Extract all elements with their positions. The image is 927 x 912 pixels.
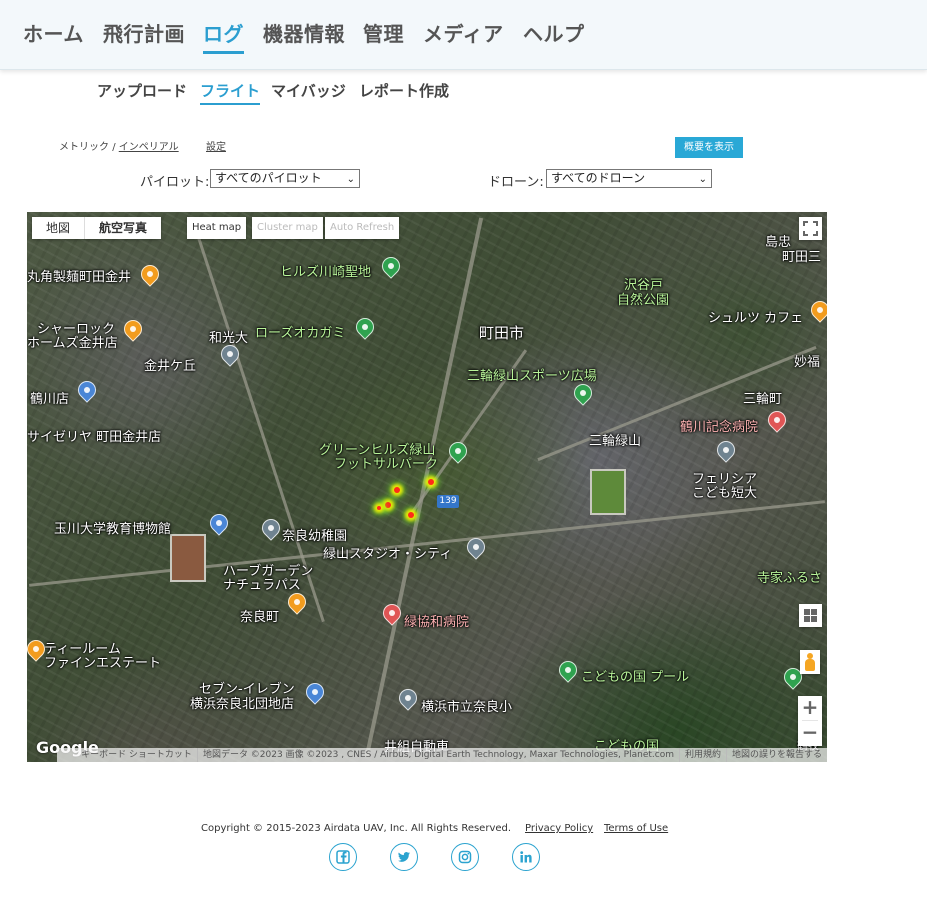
map-type-satellite[interactable]: 航空写真 bbox=[84, 217, 161, 239]
place-label: 町田三 bbox=[782, 250, 822, 265]
instagram-icon[interactable] bbox=[451, 843, 479, 871]
drone-filter-label: ドローン: bbox=[488, 175, 544, 190]
pegman-icon[interactable] bbox=[800, 650, 820, 674]
place-label: ヒルズ川崎聖地 bbox=[280, 265, 372, 280]
nav-admin[interactable]: 管理 bbox=[363, 18, 404, 47]
nav-logs[interactable]: ログ bbox=[203, 18, 244, 54]
place-label: 鶴川店 bbox=[30, 392, 70, 407]
privacy-policy-link[interactable]: Privacy Policy bbox=[525, 823, 593, 834]
nav-help[interactable]: ヘルプ bbox=[523, 18, 585, 47]
place-label: 丸角製麺町田金井 bbox=[27, 270, 132, 285]
place-label: 鶴川記念病院 bbox=[680, 420, 759, 435]
linkedin-icon[interactable] bbox=[512, 843, 540, 871]
place-label: 寺家ふるさ bbox=[757, 571, 823, 586]
chevron-down-icon: ⌄ bbox=[346, 174, 355, 185]
auto-refresh-button[interactable]: Auto Refresh bbox=[325, 217, 400, 239]
place-label: こども短大 bbox=[692, 486, 758, 501]
drone-select-value: すべてのドローン bbox=[551, 171, 646, 185]
place-label: 町田市 bbox=[479, 324, 525, 342]
sports-field bbox=[590, 469, 626, 515]
pilot-select[interactable]: すべてのパイロット ⌄ bbox=[210, 169, 360, 188]
terms-of-use-link[interactable]: Terms of Use bbox=[604, 823, 668, 834]
place-label: 金井ケ丘 bbox=[144, 359, 197, 374]
subnav-report[interactable]: レポート作成 bbox=[359, 80, 449, 101]
unit-switcher: メトリック / インペリアル bbox=[59, 138, 179, 153]
chevron-down-icon: ⌄ bbox=[698, 174, 707, 185]
map-data-credit: 地図データ ©2023 画像 ©2023 , CNES / Airbus, Di… bbox=[196, 748, 679, 762]
heat-map-button[interactable]: Heat map bbox=[187, 217, 247, 239]
zoom-control: + − bbox=[798, 696, 822, 746]
map-terms-link[interactable]: 利用規約 bbox=[678, 748, 726, 762]
place-label: サイゼリヤ 町田金井店 bbox=[27, 430, 162, 445]
place-label: 和光大 bbox=[209, 331, 249, 346]
report-map-error-link[interactable]: 地図の誤りを報告する bbox=[725, 748, 827, 762]
route-shield: 139 bbox=[437, 495, 459, 508]
unit-separator: / bbox=[112, 142, 116, 153]
place-label: シュルツ カフェ bbox=[708, 311, 804, 326]
grid-icon[interactable] bbox=[799, 604, 822, 627]
heatmap-point bbox=[385, 502, 391, 508]
running-track bbox=[170, 534, 206, 582]
place-label: 横浜奈良北団地店 bbox=[190, 697, 295, 712]
place-label: こどもの国 プール bbox=[581, 670, 690, 685]
twitter-icon[interactable] bbox=[390, 843, 418, 871]
place-label: 妙福 bbox=[794, 355, 821, 370]
drone-select[interactable]: すべてのドローン ⌄ bbox=[546, 169, 712, 188]
subnav-my-badges[interactable]: マイバッジ bbox=[271, 80, 346, 101]
place-label: 緑山スタジオ・シティ bbox=[323, 547, 453, 562]
pilot-select-value: すべてのパイロット bbox=[215, 171, 322, 185]
cluster-map-button[interactable]: Cluster map bbox=[252, 217, 323, 239]
place-label: 奈良幼稚園 bbox=[282, 529, 348, 544]
place-label: 三輪町 bbox=[743, 392, 783, 407]
place-label: 三輪緑山スポーツ広場 bbox=[467, 369, 597, 384]
pegman-body bbox=[805, 659, 815, 671]
metric-option[interactable]: メトリック bbox=[59, 142, 109, 153]
place-label: ホームズ金井店 bbox=[27, 336, 118, 351]
heatmap-point bbox=[394, 487, 400, 493]
place-label: フットサルパーク bbox=[334, 457, 439, 472]
place-label: 玉川大学教育博物館 bbox=[54, 522, 172, 537]
place-label: ファインエステート bbox=[44, 656, 162, 671]
map-type-roadmap[interactable]: 地図 bbox=[32, 217, 84, 239]
place-label: 自然公園 bbox=[617, 293, 670, 308]
subnav-flights[interactable]: フライト bbox=[200, 80, 261, 105]
place-label: ローズオカガミ bbox=[255, 326, 346, 341]
flight-map[interactable]: 地図 航空写真 Heat map Cluster map Auto Refres… bbox=[27, 212, 827, 762]
place-label: 横浜市立奈良小 bbox=[421, 700, 513, 715]
facebook-icon[interactable] bbox=[329, 843, 357, 871]
heatmap-point bbox=[377, 506, 381, 510]
keyboard-shortcuts-link[interactable]: キーボード ショートカット bbox=[76, 748, 197, 762]
place-label: 奈良町 bbox=[240, 610, 280, 625]
place-label: 緑協和病院 bbox=[404, 615, 470, 630]
settings-link[interactable]: 設定 bbox=[206, 138, 226, 153]
map-type-control: 地図 航空写真 bbox=[32, 217, 162, 239]
nav-equipment[interactable]: 機器情報 bbox=[263, 18, 345, 47]
place-label: ナチュラパス bbox=[223, 578, 301, 593]
copyright-text: Copyright © 2015-2023 Airdata UAV, Inc. … bbox=[201, 823, 512, 834]
imperial-link[interactable]: インペリアル bbox=[119, 142, 179, 153]
heatmap-point bbox=[428, 479, 434, 485]
zoom-in-button[interactable]: + bbox=[798, 696, 822, 720]
subnav-upload[interactable]: アップロード bbox=[97, 80, 187, 101]
zoom-out-button[interactable]: − bbox=[798, 721, 822, 745]
fullscreen-icon[interactable] bbox=[799, 217, 822, 240]
heatmap-point bbox=[408, 512, 414, 518]
nav-home[interactable]: ホーム bbox=[23, 18, 84, 47]
nav-media[interactable]: メディア bbox=[423, 18, 504, 47]
show-summary-button[interactable]: 概要を表示 bbox=[675, 137, 743, 158]
map-attribution: キーボード ショートカット 地図データ ©2023 画像 ©2023 , CNE… bbox=[57, 748, 827, 762]
pilot-filter-label: パイロット: bbox=[140, 175, 210, 190]
place-label: 三輪緑山 bbox=[589, 434, 642, 449]
top-navigation: ホーム 飛行計画 ログ 機器情報 管理 メディア ヘルプ bbox=[0, 0, 927, 70]
nav-flight-plan[interactable]: 飛行計画 bbox=[103, 18, 185, 47]
